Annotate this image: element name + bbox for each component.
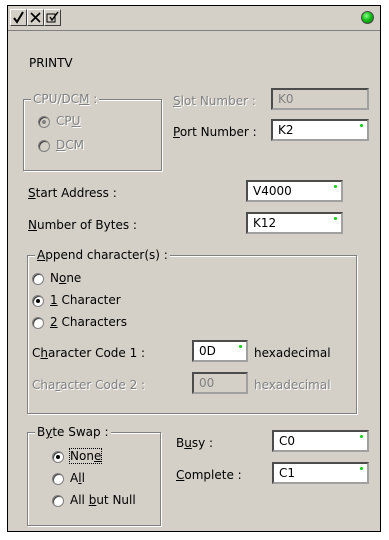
check-icon[interactable] [10,9,27,26]
append-two-characters-label: 2 Characters [50,315,127,329]
slot-number-label: Slot Number : [173,94,256,108]
busy-input[interactable]: C0 [272,430,369,452]
dcm-radio[interactable] [38,140,50,152]
append-characters-group: Append character(s) : None 1 Character 2… [27,248,357,414]
byte-swap-all-label: All [70,471,85,485]
complete-input[interactable]: C1 [272,462,369,484]
append-none-label: None [50,271,82,285]
slot-number-field: K0 [271,88,369,110]
character-code-2-field: 00 [192,372,248,394]
append-characters-legend: Append character(s) : [35,248,170,262]
valid-indicator-icon [334,217,337,220]
help-icon[interactable] [44,9,61,26]
byte-swap-all-radio[interactable] [52,473,64,485]
character-code-2-suffix: hexadecimal [254,378,331,392]
port-number-input[interactable]: K2 [271,119,369,141]
number-of-bytes-input[interactable]: K12 [246,212,343,234]
valid-indicator-icon [334,185,337,188]
append-none-radio[interactable] [32,273,44,285]
cpu-radio-label: CPU [56,114,81,128]
byte-swap-all-but-null-label: All but Null [70,493,136,507]
complete-label: Complete : [176,468,242,482]
cpu-dcm-group: CPU/DCM : CPU DCM [23,92,162,171]
dcm-radio-label: DCM [56,138,84,152]
byte-swap-none-radio[interactable] [52,451,64,463]
append-two-characters-radio[interactable] [32,317,44,329]
byte-swap-group: Byte Swap : None All All but Null [27,425,161,526]
port-number-label: Port Number : [173,125,257,139]
cpu-radio[interactable] [38,116,50,128]
valid-indicator-icon [360,124,363,127]
valid-indicator-icon [239,345,242,348]
byte-swap-legend: Byte Swap : [35,425,111,439]
status-led-icon [361,11,374,24]
valid-indicator-icon [360,467,363,470]
append-one-character-label: 1 Character [50,293,121,307]
instruction-dialog: PRINTV CPU/DCM : CPU DCM Slot Number : K… [7,5,381,532]
start-address-label: Start Address : [28,186,117,200]
character-code-2-label: Character Code 2 : [32,378,146,392]
append-one-character-radio[interactable] [32,295,44,307]
byte-swap-none-label: None [68,448,103,464]
character-code-1-input[interactable]: 0D [192,340,248,362]
start-address-input[interactable]: V4000 [246,180,343,202]
character-code-1-suffix: hexadecimal [254,346,331,360]
character-code-1-label: Character Code 1 : [32,346,146,360]
byte-swap-all-but-null-radio[interactable] [52,495,64,507]
toolbar [8,6,380,31]
valid-indicator-icon [360,435,363,438]
cpu-dcm-legend: CPU/DCM : [31,92,100,106]
cancel-x-icon[interactable] [27,9,44,26]
busy-label: Busy : [176,436,214,450]
number-of-bytes-label: Number of Bytes : [28,218,137,232]
instruction-title: PRINTV [29,56,73,70]
